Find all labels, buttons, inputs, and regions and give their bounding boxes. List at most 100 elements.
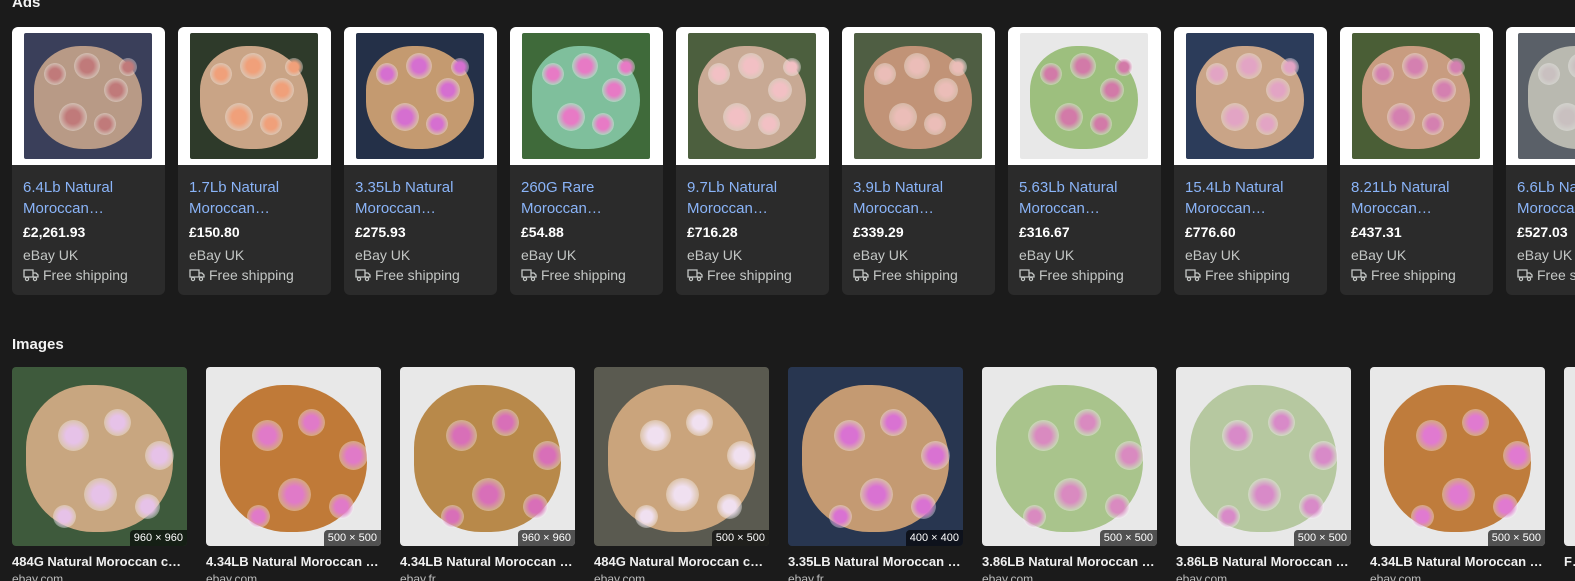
product-image[interactable] xyxy=(1518,33,1575,159)
image-result[interactable]: 500 × 500 4.34LB Natural Moroccan c… ebay.… xyxy=(206,367,381,581)
crystal-cluster xyxy=(1387,103,1415,131)
product-image[interactable] xyxy=(1352,33,1480,159)
crystal-cluster xyxy=(889,103,917,131)
shipping-label: Free shipping xyxy=(209,267,294,283)
ad-seller: eBay UK xyxy=(1185,247,1241,263)
ad-card[interactable]: 5.63Lb Natural Moroccan… £316.67 eBay UK Fr… xyxy=(1008,27,1161,295)
image-result[interactable]: 500 × 500 484G Natural Moroccan co… ebay.c… xyxy=(594,367,769,581)
image-thumbnail[interactable]: 500 × 500 xyxy=(594,367,769,546)
image-thumbnail[interactable]: 500 × 500 xyxy=(1176,367,1351,546)
image-thumbnail[interactable]: 960 × 960 xyxy=(12,367,187,546)
image-source-domain: ebay.com xyxy=(206,572,258,581)
image-title-link[interactable]: 3.86LB Natural Moroccan … xyxy=(1176,554,1351,569)
ad-shipping: Free shipping xyxy=(189,267,294,283)
ad-title-link[interactable]: 5.63Lb Natural Moroccan… xyxy=(1019,177,1155,219)
ad-title-link[interactable]: 6.4Lb Natural Moroccan… xyxy=(23,177,159,219)
crystal-cluster xyxy=(225,103,253,131)
ad-title-link[interactable]: 15.4Lb Natural Moroccan… xyxy=(1185,177,1321,219)
image-title-link[interactable]: 4.34LB Natural Moroccan c… xyxy=(400,554,575,569)
ad-card[interactable]: 1.7Lb Natural Moroccan… £150.80 eBay UK Fre… xyxy=(178,27,331,295)
image-result[interactable]: 500 × 500 3.86LB Natural Moroccan … ebay.c… xyxy=(982,367,1157,581)
image-title-link[interactable]: 3.86LB Natural Moroccan … xyxy=(982,554,1157,569)
product-image[interactable] xyxy=(356,33,484,159)
ad-title-link[interactable]: 9.7Lb Natural Moroccan… xyxy=(687,177,823,219)
ad-thumbnail[interactable] xyxy=(178,27,331,165)
ad-card[interactable]: 15.4Lb Natural Moroccan… £776.60 eBay UK Fr… xyxy=(1174,27,1327,295)
ad-card[interactable]: 3.35Lb Natural Moroccan… £275.93 eBay UK Fr… xyxy=(344,27,497,295)
crystal-cluster xyxy=(949,58,967,76)
delivery-truck-icon xyxy=(355,268,375,282)
ad-card[interactable]: 3.9Lb Natural Moroccan… £339.29 eBay UK Fre… xyxy=(842,27,995,295)
ad-thumbnail[interactable] xyxy=(1008,27,1161,165)
image-result[interactable]: 960 × 960 4.34LB Natural Moroccan c… ebay.… xyxy=(400,367,575,581)
image-source-domain: ebay.com xyxy=(594,572,646,581)
crystal-cluster xyxy=(921,441,950,470)
image-result[interactable]: 500 × 500 4.34LB Natural Moroccan c… ebay.… xyxy=(1370,367,1545,581)
ad-thumbnail[interactable] xyxy=(1340,27,1493,165)
product-image[interactable] xyxy=(522,33,650,159)
ad-title-link[interactable]: 260G Rare Moroccan… xyxy=(521,177,657,219)
ad-title-link[interactable]: 3.35Lb Natural Moroccan… xyxy=(355,177,491,219)
product-image[interactable] xyxy=(854,33,982,159)
image-title-link[interactable]: 484G Natural Moroccan co… xyxy=(594,554,769,569)
image-dimensions-badge: 500 × 500 xyxy=(711,530,769,546)
image-thumbnail[interactable]: 960 × 960 xyxy=(400,367,575,546)
crystal-cluster xyxy=(1040,63,1062,85)
image-dimensions-badge: 400 × 400 xyxy=(905,530,963,546)
ad-thumbnail[interactable] xyxy=(510,27,663,165)
shipping-label: Free shipping xyxy=(1039,267,1124,283)
image-title-link[interactable]: 4.34LB Natural Moroccan c… xyxy=(206,554,381,569)
image-result[interactable]: 960 × 960 484G Natural Moroccan c… ebay.co… xyxy=(12,367,187,581)
image-title-link[interactable]: 4.34LB Natural Moroccan c… xyxy=(1370,554,1545,569)
crystal-cluster xyxy=(391,103,419,131)
image-result[interactable]: 400 × 400 3.35LB Natural Moroccan c… ebay.… xyxy=(788,367,963,581)
crystal-cluster xyxy=(1023,505,1046,528)
ad-card[interactable]: 260G Rare Moroccan… £54.88 eBay UK Free shi… xyxy=(510,27,663,295)
ad-thumbnail[interactable] xyxy=(1506,27,1575,165)
shipping-label: Free shipping xyxy=(1537,267,1575,283)
image-thumbnail[interactable]: 500 × 500 xyxy=(1370,367,1545,546)
ad-title-link[interactable]: 3.9Lb Natural Moroccan… xyxy=(853,177,989,219)
ad-thumbnail[interactable] xyxy=(344,27,497,165)
product-image[interactable] xyxy=(24,33,152,159)
product-image[interactable] xyxy=(688,33,816,159)
ad-seller: eBay UK xyxy=(1351,247,1407,263)
ad-card[interactable]: 6.4Lb Natural Moroccan… £2,261.93 eBay UK F… xyxy=(12,27,165,295)
image-result[interactable]: 500 × 500 3.86LB Natural Moroccan … ebay.c… xyxy=(1176,367,1351,581)
ad-title-link[interactable]: 8.21Lb Natural Moroccan… xyxy=(1351,177,1487,219)
ad-price: £2,261.93 xyxy=(23,224,86,240)
ads-carousel: 6.4Lb Natural Moroccan… £2,261.93 eBay UK F… xyxy=(12,27,1575,295)
crystal-cluster xyxy=(1432,78,1456,102)
image-thumbnail[interactable] xyxy=(1564,367,1575,546)
crystal-cluster xyxy=(1442,478,1475,511)
image-thumbnail[interactable]: 500 × 500 xyxy=(982,367,1157,546)
delivery-truck-icon xyxy=(23,268,43,282)
image-title-link[interactable]: 484G Natural Moroccan c… xyxy=(12,554,187,569)
ad-card[interactable]: 9.7Lb Natural Moroccan… £716.28 eBay UK Fre… xyxy=(676,27,829,295)
image-thumbnail[interactable]: 400 × 400 xyxy=(788,367,963,546)
image-title-link[interactable]: 3.35LB Natural Moroccan c… xyxy=(788,554,963,569)
ad-thumbnail[interactable] xyxy=(1174,27,1327,165)
image-title-link[interactable]: F… xyxy=(1564,554,1575,569)
delivery-truck-icon xyxy=(189,268,209,282)
ad-card[interactable]: 6.6Lb Natural Moroccan… £527.03 eBay UK Fre… xyxy=(1506,27,1575,295)
crystal-cluster xyxy=(1090,113,1112,135)
product-image[interactable] xyxy=(190,33,318,159)
product-image[interactable] xyxy=(1020,33,1148,159)
ad-thumbnail[interactable] xyxy=(676,27,829,165)
product-image[interactable] xyxy=(1186,33,1314,159)
ad-card[interactable]: 8.21Lb Natural Moroccan… £437.31 eBay UK Fr… xyxy=(1340,27,1493,295)
crystal-cluster xyxy=(1553,103,1575,131)
ad-title-link[interactable]: 1.7Lb Natural Moroccan… xyxy=(189,177,325,219)
crystal-cluster xyxy=(84,478,117,511)
crystal-cluster xyxy=(298,409,325,436)
ad-thumbnail[interactable] xyxy=(842,27,995,165)
image-result[interactable]: F… xyxy=(1564,367,1575,581)
delivery-truck-icon xyxy=(1019,268,1039,282)
image-source-domain: ebay.com xyxy=(982,572,1034,581)
ad-title-link[interactable]: 6.6Lb Natural Moroccan… xyxy=(1517,177,1575,219)
ad-thumbnail[interactable] xyxy=(12,27,165,165)
delivery-truck-icon xyxy=(853,268,873,282)
crystal-cluster xyxy=(1309,441,1338,470)
image-thumbnail[interactable]: 500 × 500 xyxy=(206,367,381,546)
